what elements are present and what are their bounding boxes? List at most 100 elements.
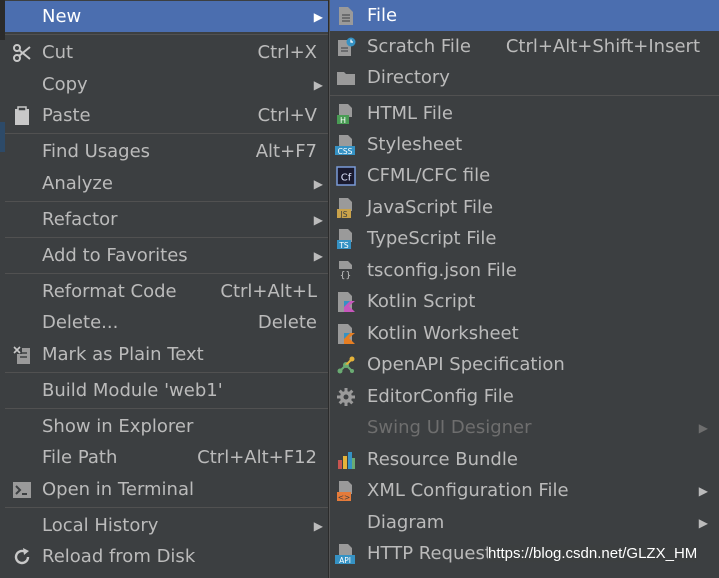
submenu-arrow-icon: ▶	[698, 420, 708, 435]
submenu-item-stylesheet[interactable]: CSS Stylesheet	[330, 129, 719, 160]
menu-item-analyze[interactable]: Analyze ▶	[5, 168, 328, 199]
submenu-arrow-icon: ▶	[313, 518, 323, 533]
menu-item-label: Local History	[42, 515, 159, 536]
submenu-item-label: XML Configuration File	[367, 480, 569, 501]
separator	[5, 34, 328, 35]
menu-item-reformat-code[interactable]: Reformat Code Ctrl+Alt+L	[5, 276, 328, 307]
separator	[330, 95, 719, 96]
menu-item-copy[interactable]: Copy ▶	[5, 69, 328, 100]
css-file-icon: CSS	[335, 134, 357, 156]
submenu-item-shortcut: Ctrl+Alt+Shift+Insert	[505, 36, 700, 57]
menu-item-cut[interactable]: Cut Ctrl+X	[5, 37, 328, 68]
submenu-item-label: Scratch File	[367, 36, 471, 57]
menu-item-paste[interactable]: Paste Ctrl+V	[5, 100, 328, 131]
submenu-item-label: HTML File	[367, 103, 453, 124]
submenu-arrow-icon: ▶	[698, 483, 708, 498]
submenu-arrow-icon: ▶	[313, 212, 323, 227]
watermark: https://blog.csdn.net/GLZX_HM	[488, 545, 698, 562]
context-menu: New ▶ Cut Ctrl+X Copy ▶ Paste Ctrl+V Fin…	[5, 0, 329, 578]
menu-item-reload-from-disk[interactable]: Reload from Disk	[5, 541, 328, 572]
submenu-item-label: OpenAPI Specification	[367, 354, 565, 375]
submenu-item-tsconfig-file[interactable]: {} tsconfig.json File	[330, 255, 719, 286]
submenu-arrow-icon: ▶	[698, 515, 708, 530]
menu-item-label: Open in Terminal	[42, 479, 194, 500]
submenu-item-label: Directory	[367, 67, 450, 88]
menu-item-label: Find Usages	[42, 141, 151, 162]
menu-item-shortcut: Ctrl+X	[257, 42, 317, 63]
svg-text:H: H	[340, 116, 346, 125]
submenu-item-label: EditorConfig File	[367, 386, 514, 407]
menu-item-mark-as-plain-text[interactable]: Mark as Plain Text	[5, 339, 328, 370]
submenu-item-label: Kotlin Worksheet	[367, 323, 519, 344]
menu-item-label: Copy	[42, 74, 88, 95]
submenu-item-directory[interactable]: Directory	[330, 62, 719, 93]
submenu-arrow-icon: ▶	[313, 248, 323, 263]
api-icon: API	[335, 543, 357, 565]
submenu-item-file[interactable]: File	[330, 0, 719, 31]
submenu-item-typescript-file[interactable]: TS TypeScript File	[330, 223, 719, 254]
menu-item-file-path[interactable]: File Path Ctrl+Alt+F12	[5, 442, 328, 473]
menu-item-show-in-explorer[interactable]: Show in Explorer	[5, 411, 328, 442]
resource-bundle-icon	[335, 449, 357, 471]
submenu-item-html-file[interactable]: H HTML File	[330, 98, 719, 129]
menu-item-shortcut: Ctrl+Alt+L	[220, 281, 317, 302]
submenu-item-diagram[interactable]: Diagram ▶	[330, 507, 719, 538]
menu-item-label: Reformat Code	[42, 281, 177, 302]
scratch-file-icon	[335, 36, 357, 58]
svg-text:JS: JS	[340, 210, 348, 219]
openapi-icon	[335, 354, 357, 376]
submenu-item-label: Stylesheet	[367, 134, 463, 155]
reload-icon	[11, 546, 33, 568]
menu-item-local-history[interactable]: Local History ▶	[5, 510, 328, 541]
plain-text-icon	[11, 344, 33, 366]
kotlin-worksheet-icon	[335, 323, 357, 345]
submenu-item-resource-bundle[interactable]: Resource Bundle	[330, 444, 719, 475]
menu-item-label: New	[42, 6, 82, 27]
submenu-item-kotlin-script[interactable]: Kotlin Script	[330, 286, 719, 317]
menu-item-label: Paste	[42, 105, 91, 126]
separator	[5, 237, 328, 238]
submenu-item-kotlin-worksheet[interactable]: Kotlin Worksheet	[330, 318, 719, 349]
menu-item-delete[interactable]: Delete... Delete	[5, 307, 328, 338]
menu-item-build-module[interactable]: Build Module 'web1'	[5, 375, 328, 406]
submenu-item-label: Kotlin Script	[367, 291, 476, 312]
menu-item-new[interactable]: New ▶	[5, 1, 328, 32]
submenu-item-label: Swing UI Designer	[367, 417, 532, 438]
menu-item-label: Show in Explorer	[42, 416, 194, 437]
file-icon	[335, 5, 357, 27]
submenu-arrow-icon: ▶	[313, 176, 323, 191]
clipboard-icon	[11, 105, 33, 127]
scissors-icon	[11, 42, 33, 64]
menu-item-shortcut: Ctrl+V	[257, 105, 317, 126]
svg-text:<>: <>	[338, 493, 351, 502]
submenu-item-openapi-specification[interactable]: OpenAPI Specification	[330, 349, 719, 380]
menu-item-refactor[interactable]: Refactor ▶	[5, 204, 328, 235]
xml-file-icon: <>	[335, 480, 357, 502]
menu-item-label: File Path	[42, 447, 118, 468]
submenu-item-javascript-file[interactable]: JS JavaScript File	[330, 192, 719, 223]
submenu-item-label: File	[367, 5, 398, 26]
kotlin-script-icon	[335, 291, 357, 313]
menu-item-find-usages[interactable]: Find Usages Alt+F7	[5, 136, 328, 167]
svg-text:API: API	[339, 556, 351, 565]
submenu-item-cfml-file[interactable]: Cf CFML/CFC file	[330, 160, 719, 191]
javascript-file-icon: JS	[335, 197, 357, 219]
terminal-icon	[11, 479, 33, 501]
submenu-item-label: Resource Bundle	[367, 449, 518, 470]
gear-icon	[335, 386, 357, 408]
submenu-item-label: JavaScript File	[367, 197, 494, 218]
menu-item-label: Delete...	[42, 312, 119, 333]
submenu-item-scratch-file[interactable]: Scratch File Ctrl+Alt+Shift+Insert	[330, 31, 719, 62]
cfml-file-icon: Cf	[335, 165, 357, 187]
menu-item-shortcut: Alt+F7	[255, 141, 317, 162]
menu-item-label: Build Module 'web1'	[42, 380, 223, 401]
menu-item-open-in-terminal[interactable]: Open in Terminal	[5, 474, 328, 505]
submenu-item-editorconfig-file[interactable]: EditorConfig File	[330, 381, 719, 412]
html-file-icon: H	[335, 103, 357, 125]
menu-item-label: Cut	[42, 42, 74, 63]
submenu-item-swing-ui-designer[interactable]: Swing UI Designer ▶	[330, 412, 719, 443]
submenu-item-xml-configuration-file[interactable]: <> XML Configuration File ▶	[330, 475, 719, 506]
new-submenu: File Scratch File Ctrl+Alt+Shift+Insert …	[329, 0, 719, 578]
svg-text:TS: TS	[338, 241, 349, 250]
menu-item-add-to-favorites[interactable]: Add to Favorites ▶	[5, 240, 328, 271]
